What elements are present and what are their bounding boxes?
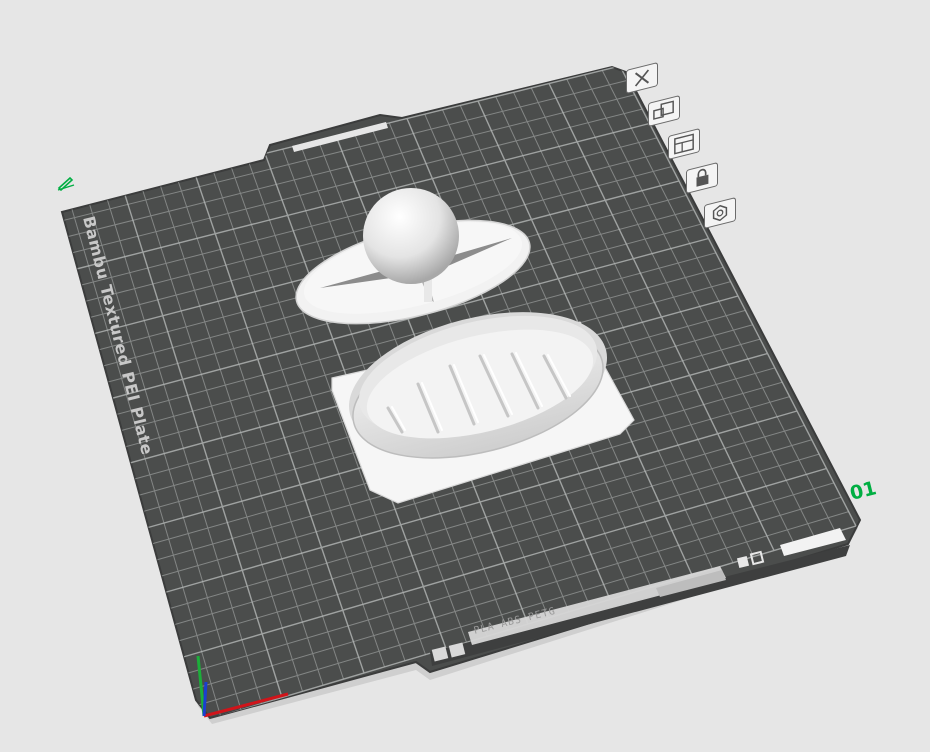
build-plate-scene[interactable]: [0, 0, 930, 748]
3d-viewport[interactable]: Bambu Textured PEI Plate PLA ABS PETG 01: [0, 0, 930, 748]
edit-plate-name-icon[interactable]: [56, 175, 76, 191]
